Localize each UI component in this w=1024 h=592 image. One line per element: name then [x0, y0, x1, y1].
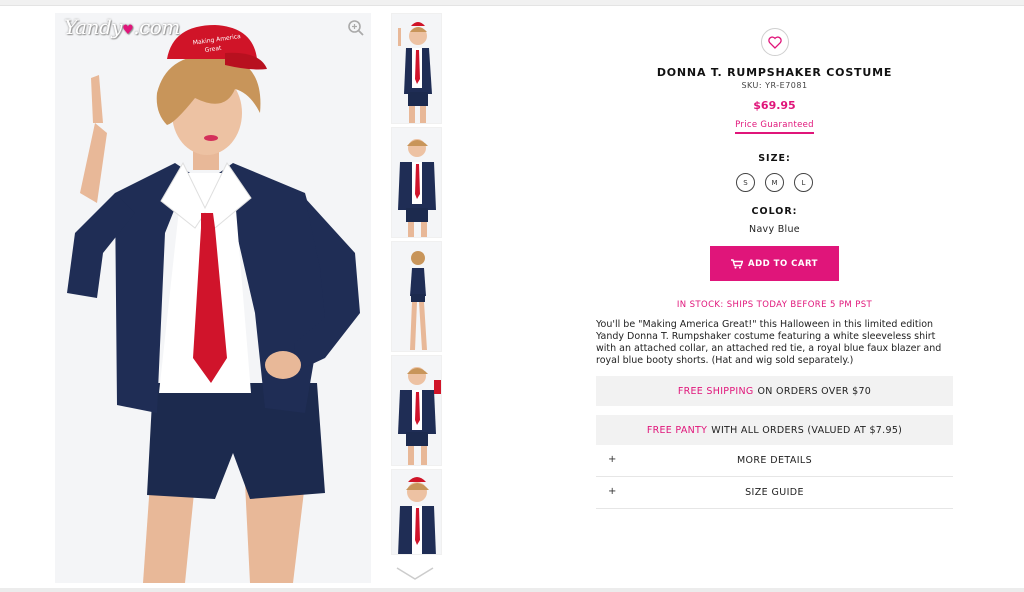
wishlist-button[interactable]: [760, 28, 789, 56]
size-guide-accordion[interactable]: + SIZE GUIDE: [596, 477, 953, 509]
thumbnail-strip: [391, 13, 442, 558]
more-details-accordion[interactable]: + MORE DETAILS: [596, 445, 953, 477]
add-to-cart-button[interactable]: ADD TO CART: [710, 246, 839, 281]
more-details-label: MORE DETAILS: [736, 455, 813, 466]
thumbnail-5[interactable]: [391, 469, 442, 555]
top-bar: [0, 0, 1024, 6]
expand-icon: +: [608, 486, 617, 497]
expand-icon: +: [608, 454, 617, 465]
bottom-bar: [0, 588, 1024, 592]
stock-status: IN STOCK: SHIPS TODAY BEFORE 5 PM PST: [676, 300, 873, 310]
product-price: $69.95: [753, 99, 796, 112]
main-product-image[interactable]: Making America Great Yandy♥.com: [55, 13, 371, 583]
chevron-down-icon[interactable]: [393, 562, 437, 584]
heart-icon: [767, 35, 782, 49]
yandy-logo: Yandy♥.com: [64, 15, 180, 39]
price-guarantee-link[interactable]: Price Guaranteed: [735, 120, 814, 134]
size-guide-label: SIZE GUIDE: [745, 487, 804, 498]
free-panty-text: WITH ALL ORDERS (VALUED AT $7.95): [711, 424, 903, 436]
product-title: DONNA T. RUMPSHAKER COSTUME: [656, 66, 893, 79]
free-shipping-highlight: FREE SHIPPING: [677, 385, 754, 397]
color-label: COLOR:: [751, 206, 798, 217]
thumbnail-3[interactable]: [391, 241, 442, 352]
cart-icon: [731, 258, 744, 269]
free-shipping-text: ON ORDERS OVER $70: [757, 385, 872, 397]
size-option-s[interactable]: S: [736, 173, 755, 192]
size-selector: S M L: [596, 173, 953, 192]
model-illustration: Making America Great: [55, 13, 371, 583]
product-info-panel: DONNA T. RUMPSHAKER COSTUME SKU: YR-E708…: [596, 28, 953, 509]
add-to-cart-label: ADD TO CART: [748, 258, 818, 269]
thumbnail-4[interactable]: [391, 355, 442, 466]
free-panty-highlight: FREE PANTY: [646, 424, 708, 436]
free-shipping-banner: FREE SHIPPING ON ORDERS OVER $70: [596, 376, 953, 406]
color-value: Navy Blue: [749, 224, 800, 235]
product-sku: SKU: YR-E7081: [741, 81, 808, 90]
free-panty-banner: FREE PANTY WITH ALL ORDERS (VALUED AT $7…: [596, 415, 953, 445]
product-description: You'll be "Making America Great!" this H…: [596, 319, 942, 366]
zoom-icon[interactable]: [347, 19, 365, 37]
thumbnail-1[interactable]: [391, 13, 442, 124]
size-option-m[interactable]: M: [765, 173, 784, 192]
thumbnail-2[interactable]: [391, 127, 442, 238]
size-option-l[interactable]: L: [794, 173, 813, 192]
size-label: SIZE:: [758, 153, 791, 164]
